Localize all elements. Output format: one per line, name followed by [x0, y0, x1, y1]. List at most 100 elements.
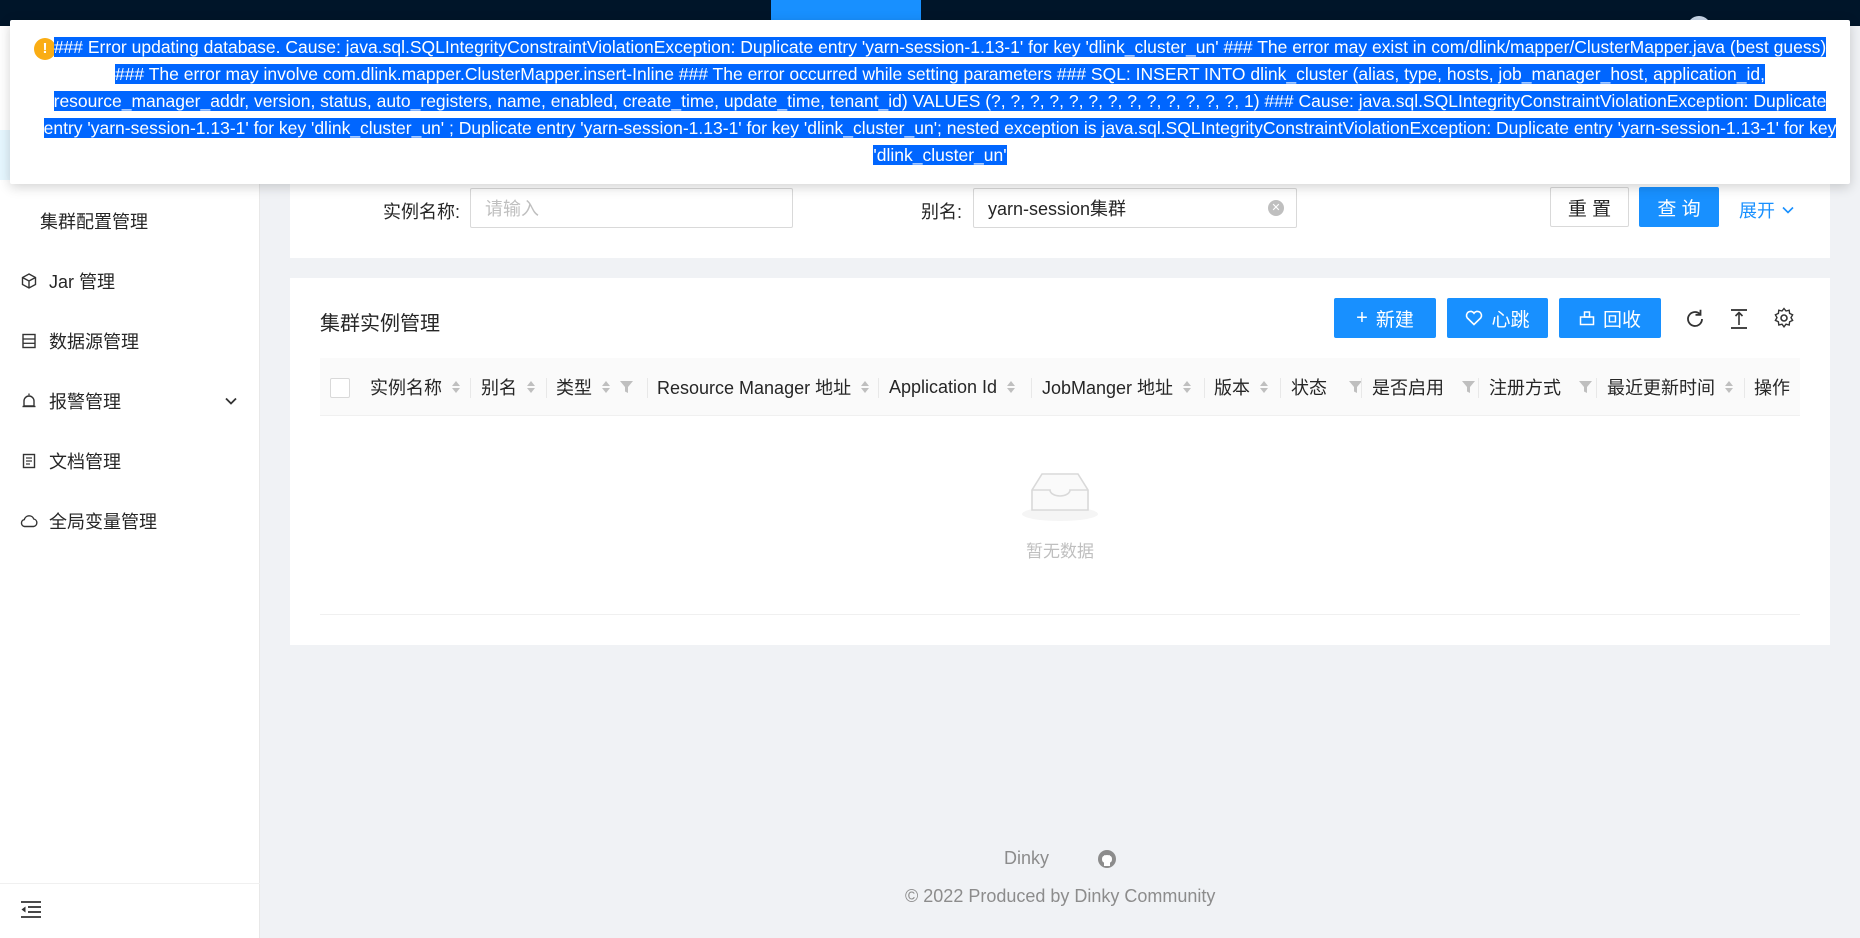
- column-height-icon[interactable]: [1727, 307, 1751, 331]
- alias-input[interactable]: yarn-session集群 ✕: [973, 188, 1297, 228]
- reset-button[interactable]: 重 置: [1550, 187, 1629, 227]
- new-button[interactable]: + 新建: [1334, 298, 1436, 338]
- recycle-button-label: 回收: [1602, 309, 1641, 331]
- sort-icon[interactable]: [452, 381, 460, 393]
- empty-text: 暂无数据: [1026, 542, 1094, 561]
- chevron-down-icon: [224, 392, 238, 413]
- column-header-label: 操作: [1754, 378, 1790, 398]
- column-header-register-mode[interactable]: 注册方式: [1489, 358, 1592, 416]
- column-header-alias[interactable]: 别名: [481, 358, 535, 416]
- footer-copyright-text: 2022 Produced by Dinky Community: [923, 886, 1216, 906]
- column-header-label: Application Id: [889, 376, 998, 397]
- column-header-status[interactable]: 状态: [1291, 358, 1362, 416]
- clear-icon: [1579, 311, 1595, 326]
- sidebar-item-label: 全局变量管理: [49, 512, 157, 532]
- select-all-checkbox[interactable]: [330, 378, 350, 398]
- sort-icon[interactable]: [1725, 381, 1733, 393]
- column-separator: [647, 378, 648, 398]
- sort-icon[interactable]: [1007, 381, 1016, 393]
- error-message: ### Error updating database. Cause: java…: [40, 34, 1840, 169]
- sidebar-item-global-vars[interactable]: 全局变量管理: [0, 496, 260, 546]
- sidebar-item-cluster-config[interactable]: 集群配置管理: [0, 196, 260, 246]
- column-header-label: 类型: [556, 378, 592, 398]
- column-header-label: JobManger 地址: [1042, 378, 1174, 398]
- sidebar-item-docs[interactable]: 文档管理: [0, 436, 260, 486]
- reset-button-label: 重 置: [1567, 198, 1612, 220]
- column-header-application-id[interactable]: Application Id: [889, 358, 1016, 416]
- cloud-icon: [20, 512, 38, 530]
- query-button[interactable]: 查 询: [1639, 187, 1719, 227]
- column-header-actions: 操作: [1754, 358, 1790, 416]
- sort-icon[interactable]: [527, 381, 535, 393]
- column-header-label: 别名: [481, 378, 517, 398]
- new-button-label: 新建: [1375, 309, 1414, 331]
- github-icon[interactable]: [1097, 849, 1117, 874]
- column-separator: [1478, 378, 1479, 398]
- sidebar-item-label: 报警管理: [49, 392, 121, 412]
- footer-copyright: © 2022 Produced by Dinky Community: [905, 886, 1215, 907]
- sidebar-divider: [0, 883, 260, 884]
- column-header-updated-time[interactable]: 最近更新时间: [1607, 358, 1733, 416]
- column-header-label: 最近更新时间: [1607, 378, 1715, 398]
- column-separator: [1031, 378, 1032, 398]
- instance-name-label: 实例名称:: [383, 202, 461, 222]
- recycle-button[interactable]: 回收: [1559, 298, 1661, 338]
- column-separator: [1280, 378, 1281, 398]
- column-header-type[interactable]: 类型: [556, 358, 633, 416]
- sidebar-item-label: 数据源管理: [49, 332, 139, 352]
- filter-icon[interactable]: [1579, 381, 1592, 393]
- error-message-text: ### Error updating database. Cause: java…: [43, 37, 1837, 165]
- heart-icon: [1466, 310, 1483, 326]
- alarm-icon: [20, 392, 38, 410]
- column-header-label: 状态: [1291, 378, 1327, 398]
- expand-link-label: 展开: [1739, 201, 1775, 221]
- column-separator: [1744, 378, 1745, 398]
- column-header-jobmanager[interactable]: JobManger 地址: [1042, 358, 1192, 416]
- column-header-instance-name[interactable]: 实例名称: [370, 358, 460, 416]
- column-header-version[interactable]: 版本: [1214, 358, 1268, 416]
- column-header-enabled[interactable]: 是否启用: [1372, 358, 1475, 416]
- column-separator: [878, 378, 879, 398]
- column-header-label: Resource Manager 地址: [657, 378, 852, 398]
- sort-icon[interactable]: [1183, 381, 1192, 393]
- column-separator: [546, 378, 547, 398]
- filter-icon[interactable]: [1462, 381, 1475, 393]
- menu-fold-icon[interactable]: [20, 900, 42, 920]
- column-separator: [470, 378, 471, 398]
- reload-icon[interactable]: [1683, 307, 1707, 331]
- heartbeat-button-label: 心跳: [1491, 309, 1530, 331]
- chevron-down-icon: [1782, 206, 1794, 214]
- expand-link[interactable]: 展开: [1739, 197, 1795, 223]
- plus-icon: +: [1356, 306, 1368, 329]
- gear-icon[interactable]: [1772, 306, 1796, 330]
- sort-icon[interactable]: [602, 381, 610, 393]
- footer-brand-link[interactable]: Dinky: [1004, 848, 1049, 869]
- column-header-label: 注册方式: [1489, 378, 1561, 398]
- sidebar-item-jar[interactable]: Jar 管理: [0, 256, 260, 306]
- column-separator: [1204, 378, 1205, 398]
- alias-input-value: yarn-session集群: [988, 199, 1127, 219]
- sort-icon[interactable]: [861, 381, 870, 393]
- empty-inbox-icon: [1020, 468, 1100, 529]
- heartbeat-button[interactable]: 心跳: [1447, 298, 1548, 338]
- sidebar-item-datasource[interactable]: 数据源管理: [0, 316, 260, 366]
- column-separator: [1596, 378, 1597, 398]
- database-icon: [20, 332, 38, 350]
- sidebar-item-label: 文档管理: [49, 452, 121, 472]
- column-separator: [1361, 378, 1362, 398]
- column-header-resource-manager[interactable]: Resource Manager 地址: [657, 358, 870, 416]
- instance-name-placeholder: 请输入: [485, 199, 539, 219]
- error-notification[interactable]: ! ### Error updating database. Cause: ja…: [10, 20, 1850, 184]
- instance-name-input[interactable]: 请输入: [470, 188, 793, 228]
- clear-icon[interactable]: ✕: [1268, 200, 1284, 216]
- column-header-label: 版本: [1214, 378, 1250, 398]
- document-icon: [20, 452, 38, 470]
- column-header-label: 是否启用: [1372, 378, 1444, 398]
- cube-icon: [20, 272, 38, 290]
- query-button-label: 查 询: [1657, 198, 1701, 220]
- sidebar-item-alarm[interactable]: 报警管理: [0, 376, 260, 426]
- sidebar-item-label: 集群配置管理: [40, 212, 148, 232]
- filter-icon[interactable]: [620, 381, 633, 393]
- sidebar-item-label: Jar 管理: [49, 272, 116, 292]
- sort-icon[interactable]: [1260, 381, 1268, 393]
